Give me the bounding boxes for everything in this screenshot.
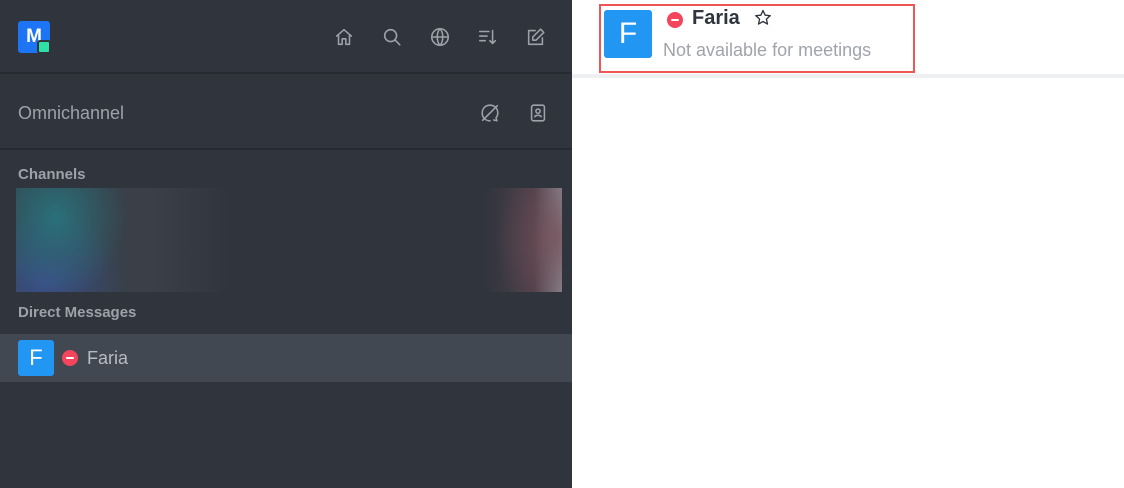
busy-status-icon bbox=[62, 350, 78, 366]
sidebar-header-actions bbox=[328, 24, 552, 50]
room-header: F Faria Not available for meetings bbox=[572, 0, 1124, 78]
search-icon[interactable] bbox=[376, 24, 408, 50]
omnichannel-offline-icon[interactable] bbox=[474, 100, 506, 126]
highlight-box bbox=[599, 4, 915, 73]
sort-icon[interactable] bbox=[472, 24, 504, 50]
sidebar-header: M bbox=[0, 0, 572, 74]
app-window: M Omnichannel Channels Direct Messages F… bbox=[0, 0, 1124, 488]
create-new-icon[interactable] bbox=[520, 24, 552, 50]
omnichannel-section: Omnichannel bbox=[0, 74, 572, 150]
omnichannel-title: Omnichannel bbox=[18, 103, 125, 123]
sidebar-item-direct-message[interactable]: F Faria bbox=[0, 334, 572, 382]
sidebar-item-label: Faria bbox=[87, 348, 129, 368]
direct-messages-section-title: Direct Messages bbox=[18, 304, 137, 321]
channels-section-title: Channels bbox=[18, 166, 86, 183]
omnichannel-actions bbox=[474, 100, 554, 126]
home-icon[interactable] bbox=[328, 24, 360, 50]
directory-globe-icon[interactable] bbox=[424, 24, 456, 50]
user-status-indicator bbox=[37, 40, 51, 54]
contact-center-icon[interactable] bbox=[522, 100, 554, 126]
main-content: F Faria Not available for meetings bbox=[572, 0, 1124, 488]
sidebar: M Omnichannel Channels Direct Messages F… bbox=[0, 0, 572, 488]
avatar: F bbox=[18, 340, 54, 376]
channels-list-blurred bbox=[16, 188, 562, 292]
